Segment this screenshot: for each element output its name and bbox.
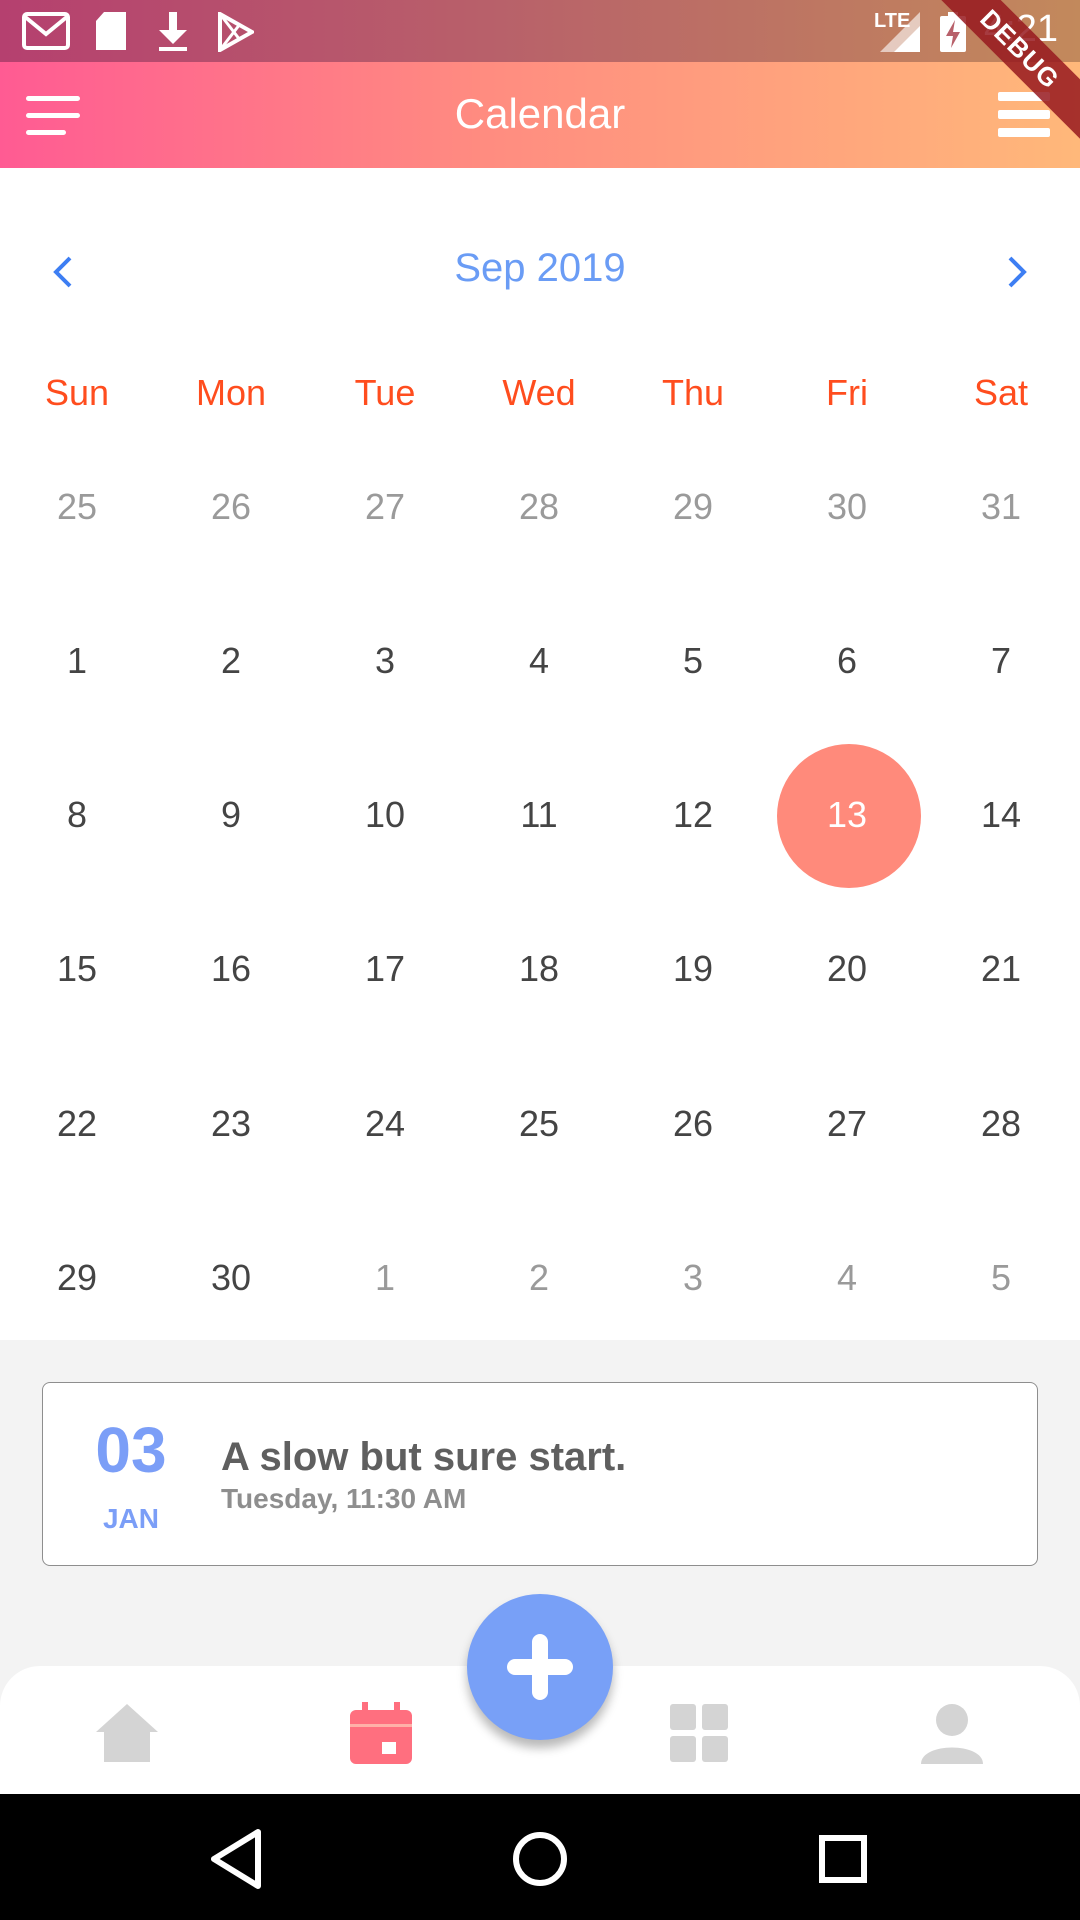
add-event-button[interactable] — [467, 1594, 613, 1740]
home-button-icon[interactable] — [505, 1824, 575, 1894]
next-month-button[interactable] — [1002, 254, 1032, 290]
weekday-label: Thu — [661, 372, 725, 413]
calendar-day[interactable]: 27 — [308, 477, 462, 537]
calendar-day[interactable]: 30 — [154, 1248, 308, 1308]
weekday-label: Fri — [826, 372, 868, 413]
calendar-day[interactable]: 14 — [924, 785, 1078, 845]
calendar-day[interactable]: 4 — [462, 631, 616, 691]
calendar-day[interactable]: 9 — [154, 785, 308, 845]
calendar-day[interactable]: 3 — [308, 631, 462, 691]
calendar-day[interactable]: 10 — [308, 785, 462, 845]
calendar-day[interactable]: 21 — [924, 939, 1078, 999]
calendar-day[interactable]: 22 — [0, 1094, 154, 1154]
calendar-day[interactable]: 27 — [770, 1094, 924, 1154]
calendar-day[interactable]: 7 — [924, 631, 1078, 691]
recents-icon[interactable] — [808, 1824, 878, 1894]
weekday-label: Wed — [502, 372, 576, 413]
month-navigation: Sep 2019 — [0, 240, 1080, 300]
event-time: Tuesday, 11:30 AM — [221, 1483, 467, 1514]
home-icon[interactable] — [92, 1698, 162, 1768]
plus-icon-vertical — [532, 1634, 548, 1700]
calendar-day[interactable]: 26 — [154, 477, 308, 537]
profile-icon[interactable] — [917, 1698, 987, 1768]
calendar-day[interactable]: 4 — [770, 1248, 924, 1308]
calendar-day[interactable]: 28 — [924, 1094, 1078, 1154]
calendar-day[interactable]: 29 — [616, 477, 770, 537]
calendar-day[interactable]: 17 — [308, 939, 462, 999]
calendar-day[interactable]: 31 — [924, 477, 1078, 537]
calendar-day[interactable]: 25 — [462, 1094, 616, 1154]
calendar-day[interactable]: 25 — [0, 477, 154, 537]
calendar-day[interactable]: 16 — [154, 939, 308, 999]
calendar-day[interactable]: 24 — [308, 1094, 462, 1154]
event-title: A slow but sure start. — [221, 1435, 627, 1479]
calendar-day[interactable]: 1 — [308, 1248, 462, 1308]
event-month: JAN — [102, 1503, 159, 1534]
weekday-header: Sun Mon Tue Wed Thu Fri Sat — [0, 372, 1080, 422]
month-label: Sep 2019 — [454, 246, 626, 290]
weekday-label: Sat — [973, 372, 1029, 413]
calendar-day[interactable]: 30 — [770, 477, 924, 537]
calendar-day[interactable]: 5 — [924, 1248, 1078, 1308]
calendar-day-selected[interactable]: 13 — [770, 785, 924, 845]
play-store-icon — [218, 12, 254, 52]
grid-icon[interactable] — [664, 1698, 734, 1768]
weekday-label: Sun — [44, 372, 110, 413]
calendar-day[interactable]: 28 — [462, 477, 616, 537]
sd-card-icon — [96, 12, 126, 50]
calendar-day[interactable]: 1 — [0, 631, 154, 691]
debug-banner: DEBUG — [913, 0, 1080, 156]
calendar-icon[interactable] — [346, 1698, 416, 1768]
back-icon[interactable] — [202, 1824, 272, 1894]
calendar-day[interactable]: 29 — [0, 1248, 154, 1308]
system-navigation-bar — [0, 1794, 1080, 1920]
event-day: 03 — [95, 1414, 167, 1486]
calendar-day[interactable]: 19 — [616, 939, 770, 999]
calendar-day[interactable]: 6 — [770, 631, 924, 691]
calendar-day[interactable]: 11 — [462, 785, 616, 845]
calendar-day[interactable]: 2 — [462, 1248, 616, 1308]
calendar-day[interactable]: 8 — [0, 785, 154, 845]
weekday-label: Tue — [354, 372, 416, 413]
calendar-day[interactable]: 23 — [154, 1094, 308, 1154]
calendar-day[interactable]: 12 — [616, 785, 770, 845]
calendar-day[interactable]: 18 — [462, 939, 616, 999]
calendar-day[interactable]: 15 — [0, 939, 154, 999]
calendar-day[interactable]: 5 — [616, 631, 770, 691]
calendar-day[interactable]: 2 — [154, 631, 308, 691]
calendar-day[interactable]: 20 — [770, 939, 924, 999]
download-icon — [159, 12, 187, 51]
calendar-day[interactable]: 3 — [616, 1248, 770, 1308]
weekday-label: Mon — [195, 372, 267, 413]
event-card[interactable]: 03 JAN A slow but sure start. Tuesday, 1… — [42, 1382, 1038, 1566]
calendar-day[interactable]: 26 — [616, 1094, 770, 1154]
gmail-icon — [22, 12, 70, 50]
debug-ribbon-container: DEBUG — [880, 0, 1080, 170]
